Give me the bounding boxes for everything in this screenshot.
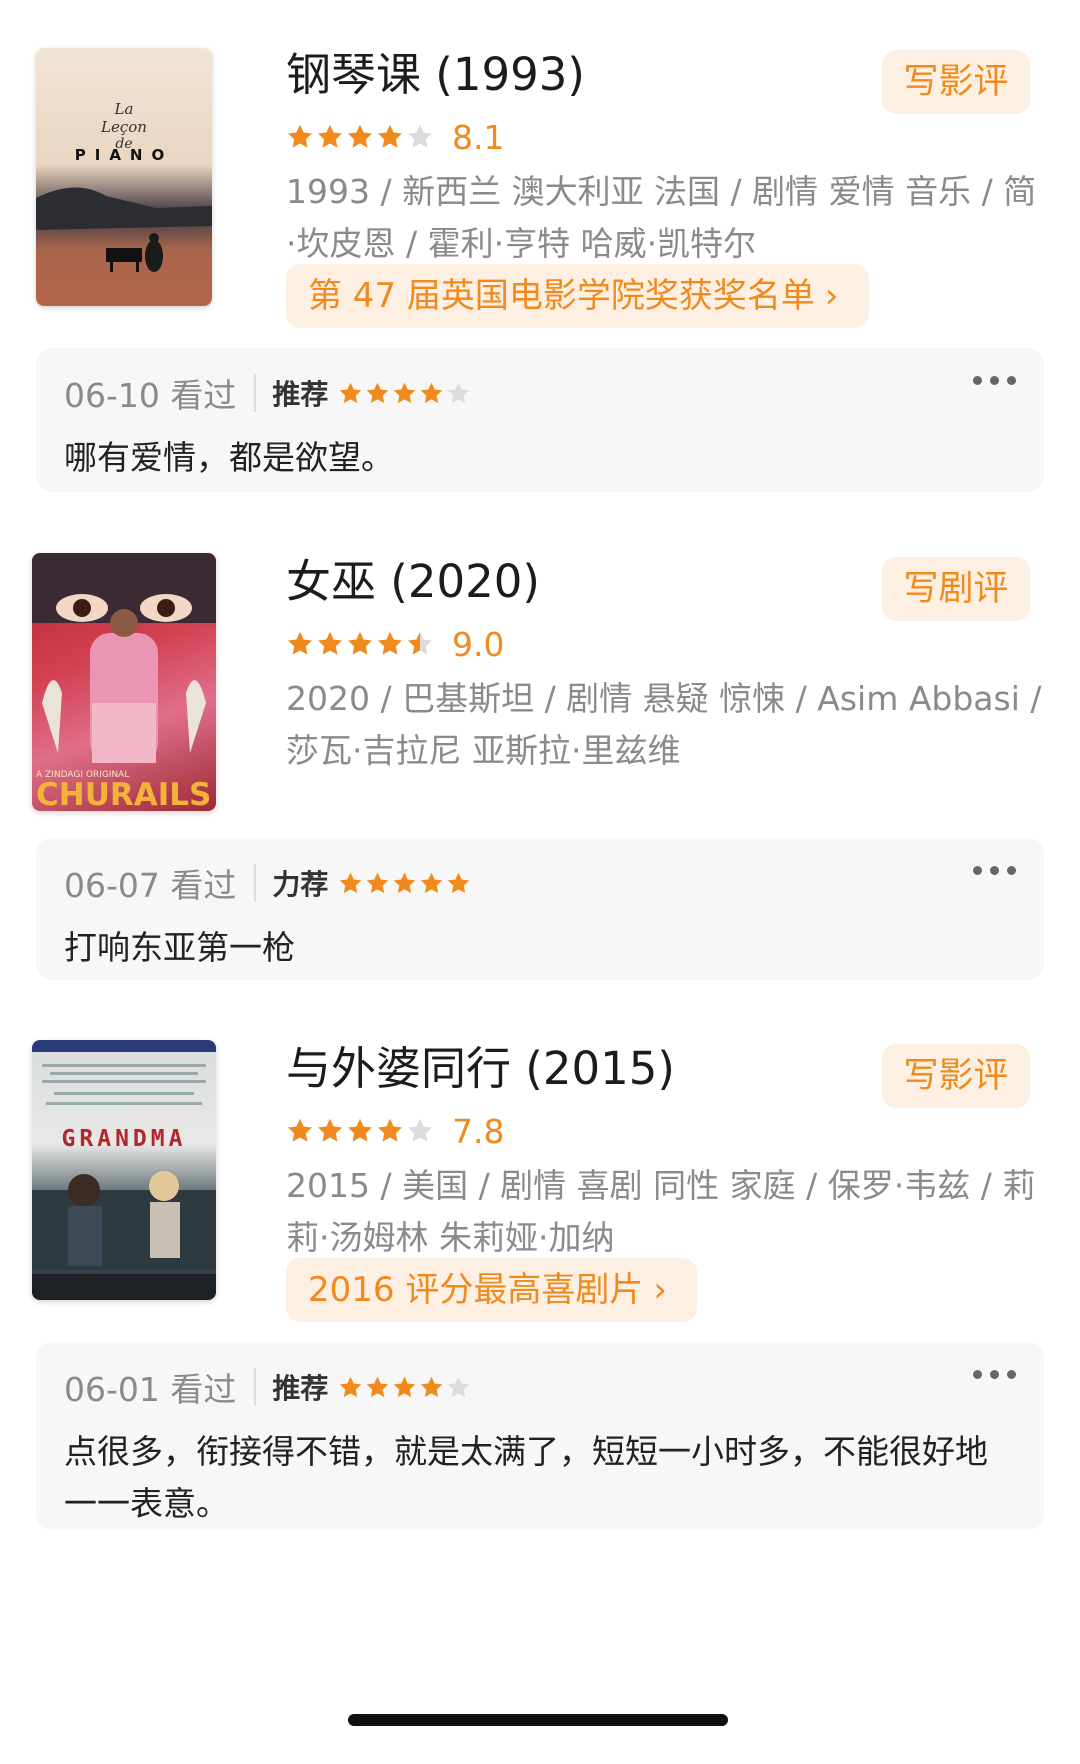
poster-artwork: GRANDMA [32, 1040, 216, 1300]
movie-meta: 2015 / 美国 / 剧情 喜剧 同性 家庭 / 保罗·韦兹 / 莉莉·汤姆林… [286, 1166, 1036, 1257]
poster-text-lecon: Leçon [100, 118, 147, 136]
review-date: 06-07 看过 [64, 866, 237, 905]
poster-text-title: GRANDMA [62, 1126, 187, 1152]
movie-title[interactable]: 与外婆同行 (2015) [286, 1040, 675, 1098]
review-header: 06-10 看过 推荐 [64, 368, 473, 418]
movie-meta: 2020 / 巴基斯坦 / 剧情 悬疑 惊悚 / Asim Abbasi / 莎… [286, 679, 1042, 770]
review-stars [338, 871, 473, 896]
award-label: 第 47 届英国电影学院奖获奖名单 [308, 276, 815, 316]
star-icon [367, 1376, 389, 1397]
write-review-button[interactable]: 写剧评 [882, 557, 1030, 621]
star-icon [367, 382, 389, 403]
review-date: 06-10 看过 [64, 376, 237, 415]
star-icon [347, 1118, 373, 1142]
poster-text-piano: PIANO [75, 146, 174, 164]
divider [254, 1368, 257, 1406]
review-recommend-label: 推荐 [272, 378, 329, 411]
rating-score: 9.0 [452, 624, 505, 664]
poster-text-title: CHURAILS [36, 777, 211, 811]
movie-rating: 7.8 [286, 1108, 504, 1154]
star-icon [347, 631, 373, 655]
star-icon [421, 1376, 443, 1397]
review-date: 06-01 看过 [64, 1370, 237, 1409]
write-review-button[interactable]: 写影评 [882, 50, 1030, 114]
more-icon[interactable] [973, 1370, 1016, 1379]
star-icon [347, 124, 373, 148]
movie-rating: 9.0 [286, 621, 504, 667]
star-icon [377, 124, 403, 148]
review-recommend-label: 推荐 [272, 1372, 329, 1405]
poster-text-la: La [114, 100, 134, 118]
star-icon [340, 872, 362, 893]
movie-title[interactable]: 女巫 (2020) [286, 553, 540, 611]
star-icon [340, 1376, 362, 1397]
movie-poster[interactable]: A ZINDAGI ORIGINAL CHURAILS [32, 553, 216, 811]
star-icon [287, 631, 313, 655]
star-icon [287, 1118, 313, 1142]
home-indicator[interactable] [348, 1714, 728, 1726]
star-icon [317, 631, 343, 655]
divider [254, 864, 257, 902]
more-icon[interactable] [973, 866, 1016, 875]
chevron-right-icon: › [824, 276, 839, 316]
review-stars [338, 1375, 473, 1400]
star-icon [317, 124, 343, 148]
review-card[interactable]: 06-10 看过 推荐 哪有爱情，都是欲望。 [36, 348, 1044, 492]
poster-artwork: A ZINDAGI ORIGINAL CHURAILS [32, 553, 216, 811]
star-icon [448, 872, 470, 893]
rating-stars [286, 630, 436, 658]
rating-score: 7.8 [452, 1111, 505, 1151]
chevron-right-icon: › [653, 1270, 667, 1310]
award-link[interactable]: 2016 评分最高喜剧片 › [286, 1258, 697, 1322]
movie-poster[interactable]: GRANDMA [32, 1040, 216, 1300]
rating-score: 8.1 [452, 117, 505, 157]
star-icon [407, 631, 433, 655]
award-link[interactable]: 第 47 届英国电影学院奖获奖名单 › [286, 264, 869, 328]
star-icon [448, 1376, 470, 1397]
review-text: 打响东亚第一枪 [64, 928, 295, 967]
review-recommend-label: 力荐 [272, 868, 329, 901]
review-card[interactable]: 06-01 看过 推荐 点很多，衔接得不错，就是太满了，短短一小时多，不能很好地… [36, 1342, 1044, 1530]
star-icon [421, 872, 443, 893]
write-review-button[interactable]: 写影评 [882, 1044, 1030, 1108]
divider [254, 374, 257, 412]
star-icon [394, 872, 416, 893]
star-icon [421, 382, 443, 403]
movie-meta: 1993 / 新西兰 澳大利亚 法国 / 剧情 爱情 音乐 / 简·坎皮恩 / … [286, 172, 1037, 263]
award-label: 2016 评分最高喜剧片 [308, 1270, 644, 1310]
star-icon [448, 382, 470, 403]
rating-stars [286, 123, 436, 151]
rating-stars [286, 1117, 436, 1145]
star-icon [287, 124, 313, 148]
movie-rating: 8.1 [286, 114, 504, 160]
review-text: 点很多，衔接得不错，就是太满了，短短一小时多，不能很好地一一表意。 [64, 1432, 988, 1523]
star-icon [407, 124, 433, 148]
star-icon [394, 382, 416, 403]
movie-poster[interactable]: La Leçon de PIANO [36, 48, 212, 306]
review-text: 哪有爱情，都是欲望。 [64, 438, 394, 477]
review-card[interactable]: 06-07 看过 力荐 打响东亚第一枪 [36, 838, 1044, 980]
star-icon [407, 1118, 433, 1142]
star-icon [340, 382, 362, 403]
poster-artwork: La Leçon de PIANO [36, 100, 212, 272]
star-icon [317, 1118, 343, 1142]
star-icon [377, 631, 403, 655]
movie-title[interactable]: 钢琴课 (1993) [286, 46, 585, 104]
star-icon [394, 1376, 416, 1397]
review-header: 06-07 看过 力荐 [64, 858, 473, 908]
star-icon [377, 1118, 403, 1142]
review-header: 06-01 看过 推荐 [64, 1362, 473, 1412]
more-icon[interactable] [973, 376, 1016, 385]
review-stars [338, 381, 473, 406]
star-icon [367, 872, 389, 893]
